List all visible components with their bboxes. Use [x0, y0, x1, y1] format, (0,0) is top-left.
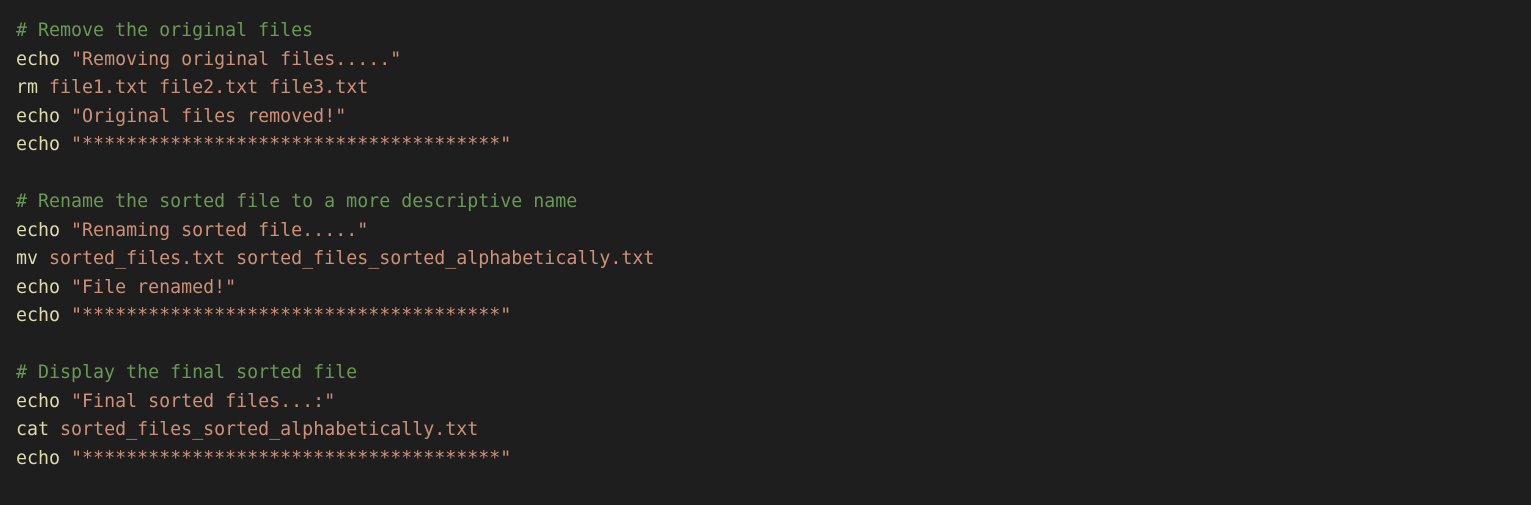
command-argument: "Removing original files....."	[71, 48, 402, 70]
command-keyword: rm	[16, 77, 39, 98]
code-line: echo "**********************************…	[16, 131, 1515, 160]
command-keyword: echo	[16, 305, 61, 326]
command-keyword: echo	[16, 134, 61, 155]
code-line-comment: # Remove the original files	[16, 17, 1515, 46]
command-argument: "Renaming sorted file....."	[71, 219, 369, 241]
code-line-comment: # Rename the sorted file to a more descr…	[16, 188, 1515, 217]
code-line: echo "Original files removed!"	[16, 103, 1515, 132]
command-keyword: cat	[16, 419, 50, 440]
command-keyword: echo	[16, 219, 61, 241]
code-line: echo "File renamed!"	[16, 274, 1515, 303]
command-argument: "File renamed!"	[71, 276, 237, 298]
command-argument: "**************************************"	[71, 305, 512, 326]
comment-text: # Display the final sorted file	[16, 362, 358, 383]
code-line: echo "Renaming sorted file....."	[16, 217, 1515, 246]
command-keyword: echo	[16, 48, 61, 70]
command-argument: file1.txt file2.txt file3.txt	[49, 77, 369, 98]
command-keyword: echo	[16, 390, 61, 412]
command-keyword: echo	[16, 447, 61, 469]
code-line: echo "**********************************…	[16, 302, 1515, 331]
code-line: cat sorted_files_sorted_alphabetically.t…	[16, 416, 1515, 445]
code-line: echo "Final sorted files...:"	[16, 388, 1515, 417]
command-argument: sorted_files.txt sorted_files_sorted_alp…	[49, 248, 655, 269]
comment-text: # Rename the sorted file to a more descr…	[16, 191, 578, 212]
code-line: echo "Removing original files....."	[16, 46, 1515, 75]
command-argument: "Original files removed!"	[71, 105, 347, 127]
code-line: mv sorted_files.txt sorted_files_sorted_…	[16, 245, 1515, 274]
code-line: rm file1.txt file2.txt file3.txt	[16, 74, 1515, 103]
command-keyword: echo	[16, 276, 61, 298]
command-argument: sorted_files_sorted_alphabetically.txt	[60, 419, 479, 440]
command-argument: "Final sorted files...:"	[71, 390, 336, 412]
command-keyword: echo	[16, 105, 61, 127]
command-argument: "**************************************"	[71, 134, 512, 155]
code-line: echo "**********************************…	[16, 445, 1515, 474]
command-argument: "**************************************"	[71, 447, 512, 469]
code-line-comment: # Display the final sorted file	[16, 359, 1515, 388]
command-keyword: mv	[16, 248, 39, 269]
comment-text: # Remove the original files	[16, 20, 314, 41]
code-block[interactable]: # Remove the original files echo "Removi…	[0, 0, 1531, 505]
